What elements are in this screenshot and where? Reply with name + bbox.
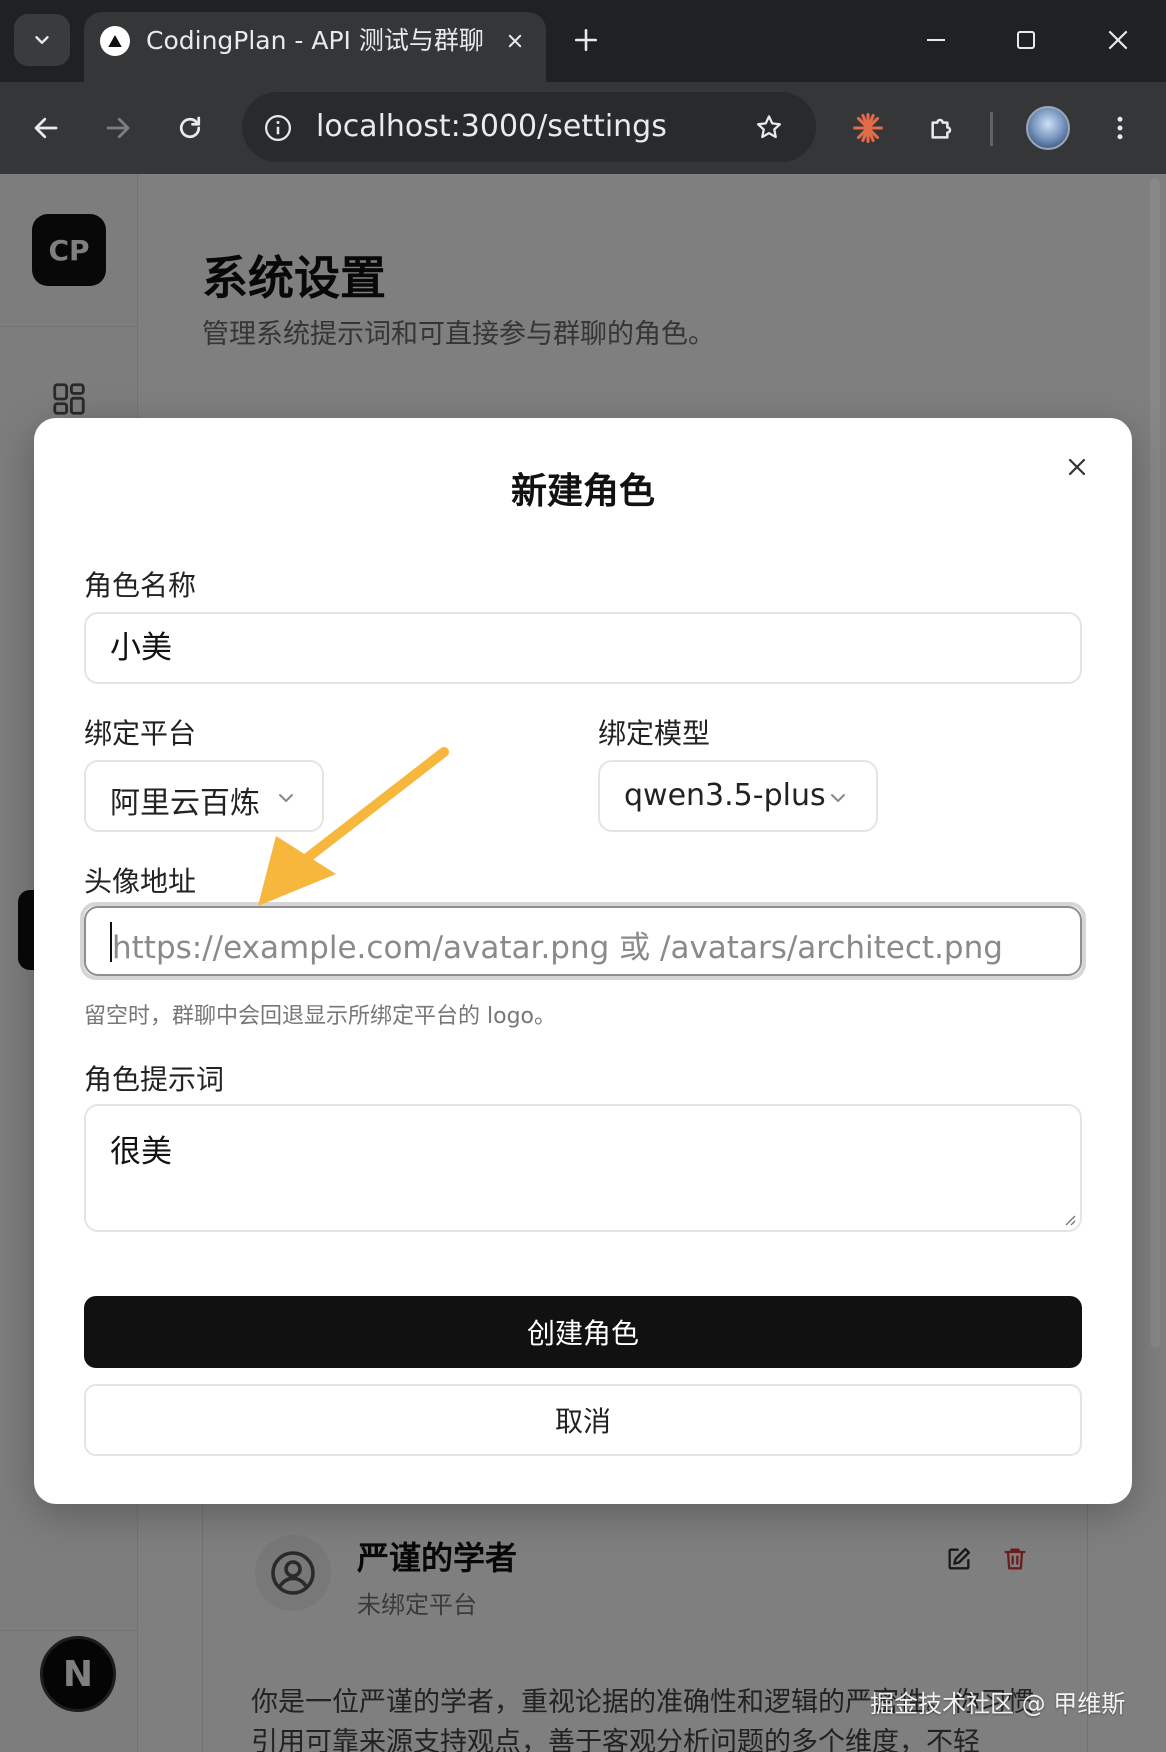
create-role-button[interactable]: 创建角色 (84, 1296, 1082, 1368)
back-button[interactable] (24, 106, 68, 150)
tab-title: CodingPlan - API 测试与群聊 (146, 26, 484, 55)
plus-icon (574, 28, 598, 52)
resize-handle-icon[interactable] (1062, 1212, 1076, 1226)
toolbar-divider (990, 112, 993, 146)
platform-label: 绑定平台 (84, 717, 197, 750)
tab-search-button[interactable] (14, 14, 70, 66)
browser-tab-strip: CodingPlan - API 测试与群聊 (0, 0, 1166, 82)
close-window-button[interactable] (1098, 20, 1138, 60)
new-tab-button[interactable] (566, 20, 606, 60)
maximize-button[interactable] (1006, 20, 1046, 60)
reload-button[interactable] (168, 106, 212, 150)
avatar-url-placeholder: https://example.com/avatar.png 或 /avatar… (112, 930, 1003, 966)
watermark: 掘金技术社区 @ 甲维斯 (870, 1690, 1126, 1718)
nextjs-triangle-icon (100, 26, 130, 56)
avatar-url-hint: 留空时，群聊中会回退显示所绑定平台的 logo。 (84, 1004, 556, 1029)
browser-toolbar: localhost:3000/settings (0, 82, 1166, 174)
maximize-icon (1017, 31, 1035, 49)
address-bar[interactable]: localhost:3000/settings (242, 92, 816, 162)
minimize-button[interactable] (916, 20, 956, 60)
claude-extension-icon[interactable] (846, 106, 890, 150)
avatar-url-label: 头像地址 (84, 865, 197, 898)
role-name-input[interactable]: 小美 (84, 612, 1082, 684)
avatar-url-input[interactable]: https://example.com/avatar.png 或 /avatar… (84, 906, 1082, 976)
more-vertical-icon (1117, 116, 1123, 140)
arrow-left-icon (34, 117, 58, 139)
annotation-arrow-icon (258, 747, 449, 906)
chevron-down-icon (831, 794, 845, 802)
arrow-right-icon (106, 117, 130, 139)
reload-icon (179, 116, 201, 139)
close-icon (1108, 30, 1128, 50)
chevron-down-icon (35, 36, 49, 44)
dialog-close-icon[interactable] (1062, 452, 1092, 482)
role-prompt-textarea[interactable]: 很美 (84, 1104, 1082, 1232)
browser-tab-active[interactable]: CodingPlan - API 测试与群聊 (84, 12, 546, 82)
tab-close-icon[interactable] (498, 24, 532, 58)
role-prompt-label: 角色提示词 (84, 1063, 225, 1096)
profile-avatar[interactable] (1026, 106, 1070, 150)
cancel-button[interactable]: 取消 (84, 1384, 1082, 1456)
model-select-value: qwen3.5-plus (624, 778, 826, 813)
extensions-puzzle-icon[interactable] (920, 106, 964, 150)
platform-select-value: 阿里云百炼 (110, 786, 260, 821)
model-label: 绑定模型 (598, 717, 711, 750)
text-caret (110, 922, 112, 962)
site-info-icon[interactable] (258, 108, 298, 148)
minimize-icon (927, 39, 945, 41)
role-name-label: 角色名称 (84, 569, 197, 602)
model-select[interactable]: qwen3.5-plus (598, 760, 878, 832)
page-scrollbar[interactable] (1150, 178, 1160, 1348)
forward-button[interactable] (96, 106, 140, 150)
address-bar-url[interactable]: localhost:3000/settings (316, 108, 667, 146)
role-prompt-value: 很美 (110, 1134, 172, 1170)
bookmark-star-icon[interactable] (748, 106, 790, 148)
dialog-title: 新建角色 (510, 471, 655, 512)
browser-menu-button[interactable] (1098, 106, 1142, 150)
new-role-dialog: 新建角色 角色名称 小美 绑定平台 阿里云百炼 绑定模型 qwen3.5-plu… (34, 418, 1132, 1504)
